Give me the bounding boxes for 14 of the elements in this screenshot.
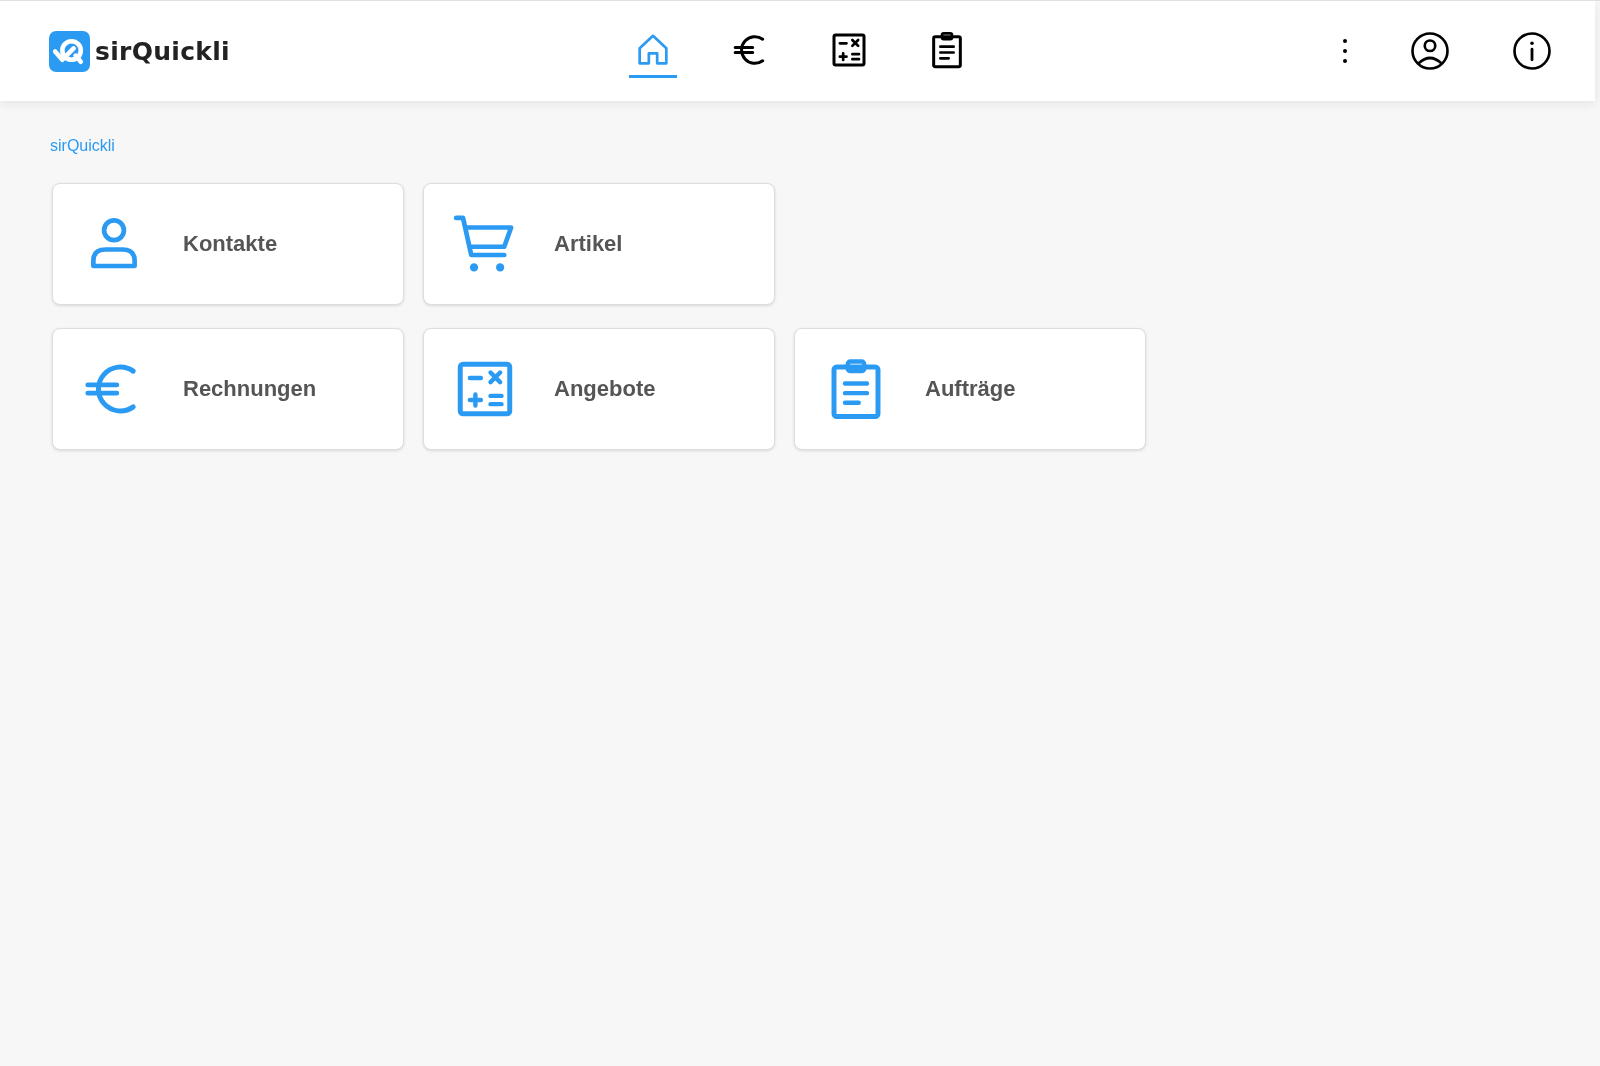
module-card[interactable]: Aufträge [794, 328, 1146, 450]
module-card[interactable]: Kontakte [52, 183, 404, 305]
module-card[interactable]: Rechnungen [52, 328, 404, 450]
module-card[interactable]: Artikel [423, 183, 775, 305]
card-label: Kontakte [183, 231, 278, 257]
info-icon[interactable] [1511, 30, 1553, 72]
card-label: Rechnungen [183, 376, 317, 402]
module-card[interactable]: Angebote [423, 328, 775, 450]
card-label: Artikel [554, 231, 623, 257]
logo-icon [49, 30, 90, 72]
logo-text: sirQuickli [95, 36, 230, 66]
card-label: Aufträge [925, 376, 1016, 402]
card-label: Angebote [554, 376, 656, 402]
account-icon[interactable] [1409, 30, 1451, 72]
